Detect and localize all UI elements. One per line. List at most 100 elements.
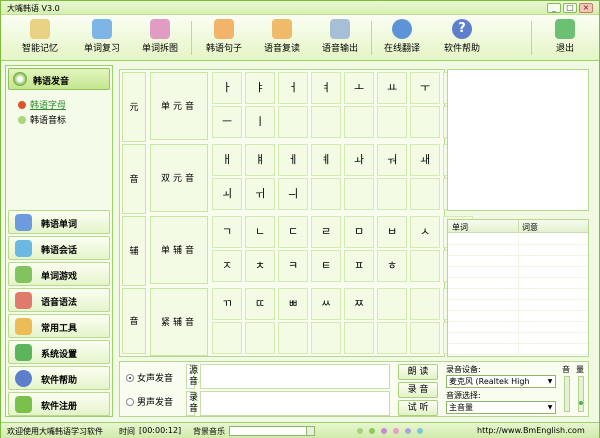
empty-cell <box>410 322 440 354</box>
read-button[interactable]: 朗 读 <box>398 364 438 380</box>
column-divider <box>518 220 519 232</box>
letter-cell[interactable]: ㄸ <box>245 288 275 320</box>
volume-slider[interactable] <box>564 376 570 412</box>
title-bar: 大嘴韩语 V3.0 _ □ × <box>1 1 599 15</box>
alphabet-grid: 元音辅音单元音ㅏㅑㅓㅕㅗㅛㅜㅠㅡㅣ双元音ㅐㅒㅔㅖㅘㅝㅙㅞㅚㅟㅢ单辅音ㄱㄴㄷㄹㅁㅂ… <box>119 69 473 357</box>
letter-cell[interactable]: ㅝ <box>377 144 407 176</box>
bullet-icon <box>18 116 26 124</box>
list-row <box>448 333 588 344</box>
empty-cell <box>377 178 407 210</box>
letter-cell[interactable]: ㄴ <box>245 216 275 248</box>
letter-cell[interactable]: ㅟ <box>245 178 275 210</box>
toolbar-smart-memory[interactable]: 智能记忆 <box>15 17 65 59</box>
toolbar-word-split[interactable]: 单词拆图 <box>135 17 185 59</box>
letter-cell[interactable]: ㅑ <box>245 72 275 104</box>
list-row <box>448 300 588 311</box>
source-select[interactable]: 主音量 ▼ <box>446 401 556 414</box>
column-meaning[interactable]: 词意 <box>522 222 538 233</box>
record-text-area[interactable] <box>200 391 390 416</box>
seek-handle[interactable] <box>306 427 314 435</box>
toolbar: 智能记忆 单词复习 单词拆图 韩语句子 语音复读 语音输出 在线翻译 ? 软件帮助… <box>1 15 599 61</box>
sidebar-item-help[interactable]: 软件帮助 <box>8 366 110 390</box>
close-button[interactable]: × <box>579 3 593 13</box>
toolbar-voice-repeat[interactable]: 语音复读 <box>257 17 307 59</box>
toolbar-help[interactable]: ? 软件帮助 <box>437 17 487 59</box>
record-button[interactable]: 录 音 <box>398 382 438 398</box>
letter-cell[interactable]: ㅡ <box>212 106 242 138</box>
letter-cell[interactable]: ㅙ <box>410 144 440 176</box>
sidebar-sub-korean-alphabet[interactable]: 韩语字母 <box>18 98 66 111</box>
letter-cell[interactable]: ㅈ <box>212 250 242 282</box>
toolbar-word-review[interactable]: 单词复习 <box>77 17 127 59</box>
status-time-label: 时间 <box>119 427 135 436</box>
female-voice-option[interactable]: 女声发音 <box>126 371 173 384</box>
minimize-button[interactable]: _ <box>547 3 561 13</box>
sidebar-item-korean-word[interactable]: 韩语单词 <box>8 210 110 234</box>
male-voice-option[interactable]: 男声发音 <box>126 395 173 408</box>
letter-cell[interactable]: ㅖ <box>311 144 341 176</box>
group-label: 单辅音 <box>150 216 208 284</box>
letter-cell[interactable]: ㅐ <box>212 144 242 176</box>
volume-slider[interactable] <box>578 376 584 412</box>
letter-cell[interactable]: ㄷ <box>278 216 308 248</box>
theme-color-dot[interactable] <box>357 428 363 434</box>
letter-cell[interactable]: ㅜ <box>410 72 440 104</box>
letter-cell[interactable]: ㅢ <box>278 178 308 210</box>
theme-color-dot[interactable] <box>417 428 423 434</box>
letter-cell[interactable]: ㅘ <box>344 144 374 176</box>
app-title: 大嘴韩语 V3.0 <box>7 4 60 13</box>
letter-cell[interactable]: ㅅ <box>410 216 440 248</box>
source-text-area[interactable] <box>200 364 390 389</box>
chevron-down-icon: ▼ <box>547 404 553 411</box>
letter-cell[interactable]: ㅍ <box>344 250 374 282</box>
letter-cell[interactable]: ㅗ <box>344 72 374 104</box>
toolbar-online-translate[interactable]: 在线翻译 <box>377 17 427 59</box>
letter-cell[interactable]: ㅚ <box>212 178 242 210</box>
letter-cell[interactable]: ㅁ <box>344 216 374 248</box>
sidebar-item-conversation[interactable]: 韩语会话 <box>8 236 110 260</box>
theme-color-dot[interactable] <box>393 428 399 434</box>
maximize-button[interactable]: □ <box>563 3 577 13</box>
letter-cell[interactable]: ㅒ <box>245 144 275 176</box>
theme-color-dot[interactable] <box>405 428 411 434</box>
letter-cell[interactable]: ㄱ <box>212 216 242 248</box>
letter-cell[interactable]: ㅆ <box>311 288 341 320</box>
sidebar-section-pronunciation[interactable]: 韩语发音 <box>8 68 110 90</box>
theme-color-dot[interactable] <box>381 428 387 434</box>
slider-handle[interactable] <box>579 401 583 405</box>
toolbar-voice-output[interactable]: 语音输出 <box>315 17 365 59</box>
column-divider <box>518 267 519 278</box>
sidebar-item-grammar[interactable]: 语音语法 <box>8 288 110 312</box>
sidebar-item-tools[interactable]: 常用工具 <box>8 314 110 338</box>
record-device-select[interactable]: 麦克风 (Realtek High ▼ <box>446 375 556 388</box>
letter-cell[interactable]: ㅌ <box>311 250 341 282</box>
letter-cell[interactable]: ㅣ <box>245 106 275 138</box>
letter-cell[interactable]: ㅊ <box>245 250 275 282</box>
record-label: 录音 <box>186 391 198 416</box>
sidebar-item-settings[interactable]: 系统设置 <box>8 340 110 364</box>
listen-button[interactable]: 试 听 <box>398 400 438 416</box>
letter-cell[interactable]: ㅋ <box>278 250 308 282</box>
letter-cell[interactable]: ㄹ <box>311 216 341 248</box>
sidebar-sub-korean-phonetic[interactable]: 韩语音标 <box>18 113 66 126</box>
sidebar-item-word-game[interactable]: 单词游戏 <box>8 262 110 286</box>
letter-cell[interactable]: ㅉ <box>344 288 374 320</box>
letter-cell[interactable]: ㅛ <box>377 72 407 104</box>
bg-music-seek[interactable] <box>229 426 315 436</box>
letter-cell[interactable]: ㅕ <box>311 72 341 104</box>
letter-cell[interactable]: ㅂ <box>377 216 407 248</box>
letter-cell[interactable]: ㄲ <box>212 288 242 320</box>
toolbar-exit[interactable]: 退出 <box>545 17 585 59</box>
empty-cell <box>377 288 407 320</box>
theme-color-dot[interactable] <box>369 428 375 434</box>
letter-cell[interactable]: ㅃ <box>278 288 308 320</box>
letter-cell[interactable]: ㅏ <box>212 72 242 104</box>
letter-cell[interactable]: ㅔ <box>278 144 308 176</box>
toolbar-korean-sentence[interactable]: 韩语句子 <box>197 17 251 59</box>
website-link[interactable]: http://www.BmEnglish.com <box>477 426 585 435</box>
column-word[interactable]: 单词 <box>452 222 468 233</box>
letter-cell[interactable]: ㅎ <box>377 250 407 282</box>
sidebar-item-register[interactable]: 软件注册 <box>8 392 110 416</box>
empty-cell <box>344 178 374 210</box>
letter-cell[interactable]: ㅓ <box>278 72 308 104</box>
